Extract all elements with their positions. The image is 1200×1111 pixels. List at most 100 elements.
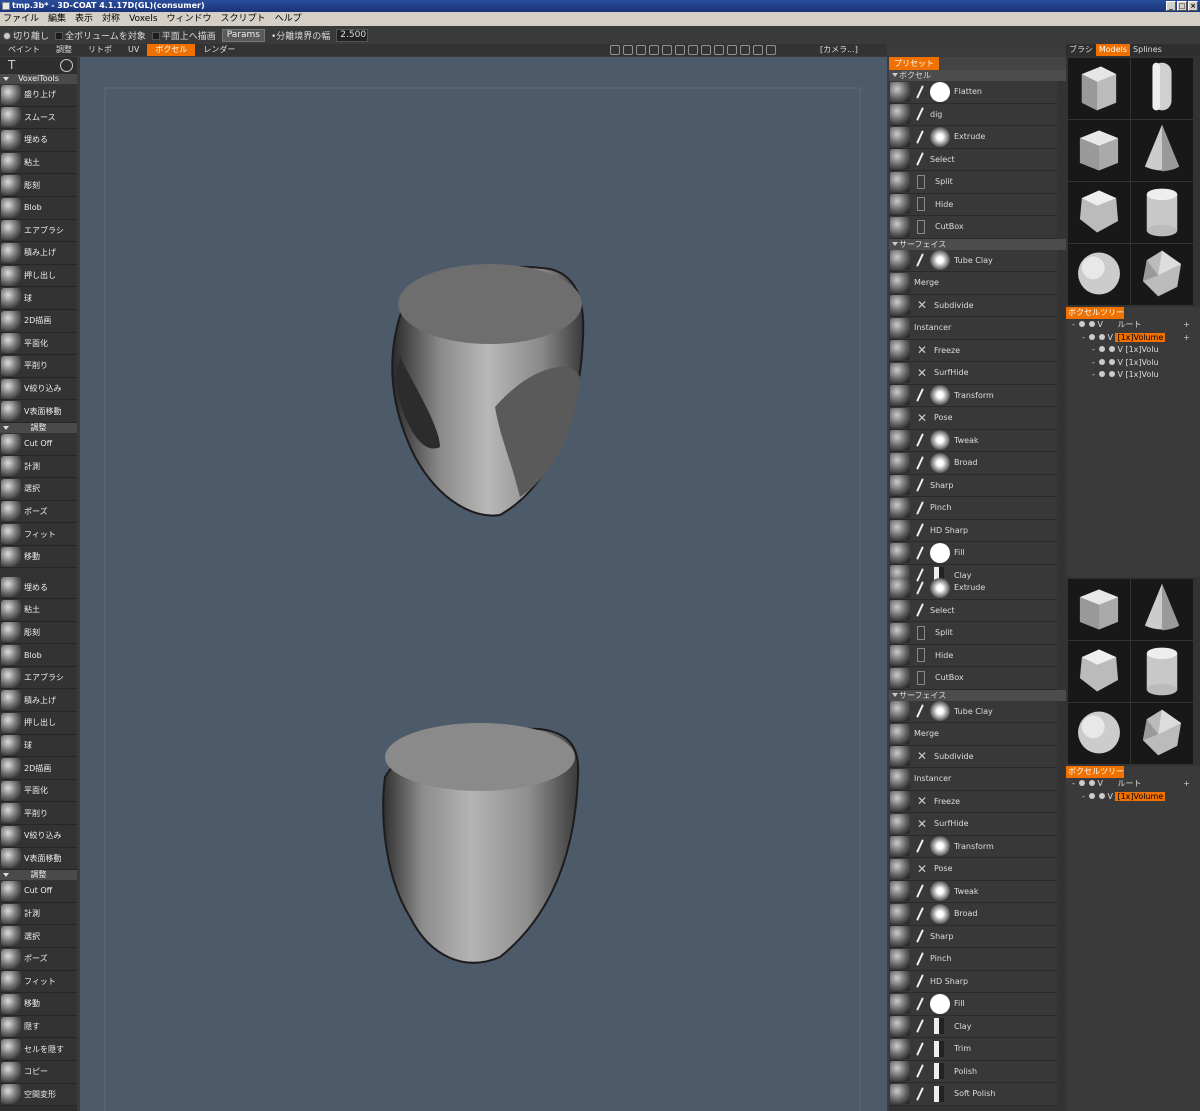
- right-tab[interactable]: ブラシ: [1066, 44, 1096, 56]
- tool-item[interactable]: 球: [0, 287, 77, 310]
- room-tab[interactable]: リトポ: [80, 44, 120, 56]
- play-icon[interactable]: [675, 45, 685, 55]
- tool-item[interactable]: 平削り: [0, 802, 77, 825]
- hide-icon[interactable]: [714, 45, 724, 55]
- eye-icon[interactable]: [1099, 358, 1106, 365]
- ghost-icon[interactable]: [1109, 358, 1116, 365]
- menu-item[interactable]: ウィンドウ: [167, 12, 212, 26]
- brush-item[interactable]: Instancer: [889, 317, 1057, 340]
- tool-item[interactable]: 埋める: [0, 576, 77, 600]
- brush-item[interactable]: Broad: [889, 452, 1057, 475]
- ghost-icon[interactable]: [1089, 780, 1096, 786]
- tool-item[interactable]: 空間変形: [0, 1083, 77, 1107]
- ghost-icon[interactable]: [1099, 333, 1106, 340]
- brush-item[interactable]: ✕ SurfHide: [889, 813, 1057, 836]
- tool-item[interactable]: 移動: [0, 993, 77, 1016]
- eye-icon[interactable]: [1099, 371, 1106, 377]
- tool-item[interactable]: 積み上げ: [0, 689, 77, 713]
- voxeltools-header[interactable]: VoxelTools: [0, 74, 77, 84]
- room-tab[interactable]: レンダー: [195, 44, 243, 56]
- room-tab[interactable]: ボクセル: [147, 44, 196, 56]
- tool-item[interactable]: 盛り上げ: [0, 84, 77, 107]
- ortho-icon[interactable]: [766, 45, 776, 55]
- right-tab[interactable]: Models: [1095, 44, 1131, 56]
- tool-item[interactable]: 2D描画: [0, 309, 77, 333]
- model-thumbnail[interactable]: [1131, 244, 1193, 305]
- tool-item[interactable]: 埋める: [0, 129, 77, 152]
- tool-item[interactable]: 選択: [0, 925, 77, 948]
- right-tab[interactable]: Splines: [1130, 44, 1165, 56]
- brush-item[interactable]: Transform: [889, 835, 1057, 858]
- brush-item[interactable]: Merge: [889, 723, 1057, 746]
- model-thumbnail[interactable]: [1068, 182, 1130, 243]
- brush-item[interactable]: HD Sharp: [889, 519, 1057, 542]
- tool-item[interactable]: 彫刻: [0, 174, 77, 197]
- tool-item[interactable]: 粘土: [0, 599, 77, 622]
- tool-item[interactable]: 球: [0, 734, 77, 758]
- tool-item[interactable]: Blob: [0, 196, 77, 220]
- brush-item[interactable]: ✕ SurfHide: [889, 362, 1057, 385]
- ghost-icon[interactable]: [1099, 792, 1106, 799]
- model-thumbnail[interactable]: [1131, 579, 1193, 640]
- menu-item[interactable]: 表示: [75, 12, 93, 26]
- model-thumbnail[interactable]: [1131, 703, 1193, 764]
- tool-item[interactable]: 彫刻: [0, 621, 77, 645]
- tool-item[interactable]: フィット: [0, 970, 77, 994]
- brush-item[interactable]: ✕ Pose: [889, 858, 1057, 881]
- frame-icon[interactable]: [701, 45, 711, 55]
- zoom-icon[interactable]: [662, 45, 672, 55]
- brush-item[interactable]: Tweak: [889, 880, 1057, 903]
- model-thumbnail[interactable]: [1131, 120, 1193, 181]
- close-button[interactable]: ×: [1188, 1, 1198, 11]
- ghost-icon[interactable]: [1089, 321, 1096, 327]
- tool-item[interactable]: 押し出し: [0, 712, 77, 735]
- tool-item[interactable]: 移動: [0, 545, 77, 569]
- tree-selected-row-2[interactable]: - V [1x]Volume: [1066, 791, 1200, 804]
- tool-item[interactable]: コピー: [0, 1060, 77, 1084]
- circle-tool-icon[interactable]: [60, 59, 73, 72]
- move-icon[interactable]: [649, 45, 659, 55]
- ghost-icon[interactable]: [1109, 371, 1116, 377]
- brush-item[interactable]: HD Sharp: [889, 970, 1057, 993]
- tool-item[interactable]: スムース: [0, 106, 77, 130]
- model-thumbnail[interactable]: [1068, 579, 1130, 640]
- brush-item[interactable]: ✕ Subdivide: [889, 294, 1057, 317]
- menu-item[interactable]: ヘルプ: [275, 12, 302, 26]
- tool-item[interactable]: 粘土: [0, 151, 77, 175]
- room-tab[interactable]: UV: [120, 44, 147, 56]
- brush-item[interactable]: Merge: [889, 272, 1057, 295]
- brush-item[interactable]: Clay: [889, 1015, 1057, 1038]
- brush-item[interactable]: Tube Clay: [889, 700, 1057, 723]
- brush-item[interactable]: Trim: [889, 1038, 1057, 1061]
- brush-item[interactable]: Split: [889, 171, 1057, 194]
- eye-icon[interactable]: [1099, 346, 1106, 352]
- brush-item[interactable]: CutBox: [889, 216, 1057, 239]
- brush-item[interactable]: ✕ Subdivide: [889, 745, 1057, 768]
- brush-item[interactable]: CutBox: [889, 667, 1057, 690]
- add-icon[interactable]: +: [1183, 319, 1190, 332]
- tree-child-row[interactable]: - V [1x]Volu: [1066, 344, 1200, 357]
- voxel-section[interactable]: ボクセル: [889, 70, 1066, 81]
- model-thumbnail[interactable]: [1131, 182, 1193, 243]
- surface-section-2[interactable]: サーフェイス: [889, 689, 1066, 701]
- tool-item[interactable]: フィット: [0, 523, 77, 546]
- model-thumbnail[interactable]: [1068, 703, 1130, 764]
- tree-root-row[interactable]: - V ルート +: [1066, 319, 1200, 332]
- light-icon[interactable]: [610, 45, 620, 55]
- maximize-button[interactable]: □: [1177, 1, 1187, 11]
- eye-icon[interactable]: [1089, 792, 1096, 799]
- menu-item[interactable]: スクリプト: [221, 12, 266, 26]
- model-thumbnail[interactable]: [1068, 244, 1130, 305]
- model-thumbnail[interactable]: [1131, 641, 1193, 702]
- surface-section[interactable]: サーフェイス: [889, 238, 1066, 250]
- bulb-icon[interactable]: [623, 45, 633, 55]
- model-thumbnail[interactable]: [1068, 120, 1130, 181]
- brush-item[interactable]: Soft Polish: [889, 1083, 1057, 1106]
- model-thumbnail[interactable]: [1131, 58, 1193, 119]
- tool-item[interactable]: Blob: [0, 644, 77, 667]
- brush-item[interactable]: ✕ Pose: [889, 407, 1057, 430]
- tool-item[interactable]: 平削り: [0, 355, 77, 378]
- brush-item[interactable]: ✕ Freeze: [889, 339, 1057, 362]
- tool-item[interactable]: 計測: [0, 455, 77, 479]
- tree-child-row[interactable]: - V [1x]Volu: [1066, 369, 1200, 382]
